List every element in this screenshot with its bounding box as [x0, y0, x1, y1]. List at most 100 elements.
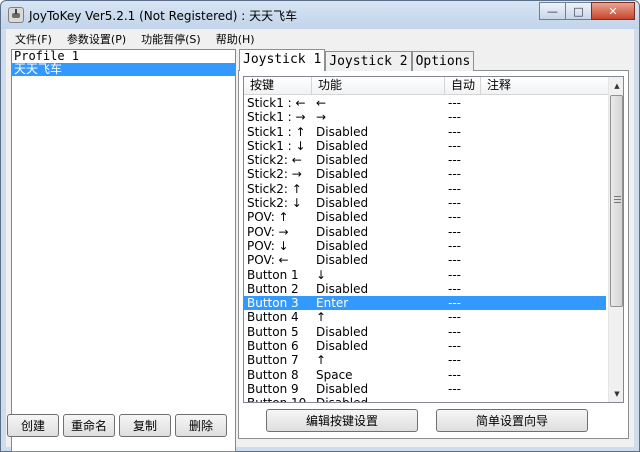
cell-note [485, 210, 606, 224]
table-row[interactable]: Stick1 : → → --- [244, 110, 606, 124]
cell-key: Button 9 [247, 381, 299, 396]
menu-help[interactable]: 帮助(H) [207, 29, 261, 47]
table-row[interactable]: Stick2: → Disabled --- [244, 167, 606, 181]
cell-function: Disabled [316, 339, 369, 354]
cell-function: → [316, 110, 327, 125]
table-row[interactable]: Stick2: ← Disabled --- [244, 153, 606, 167]
cell-note [485, 268, 606, 282]
setup-wizard-button[interactable]: 简单设置向导 [436, 409, 588, 432]
cell-note [485, 225, 606, 239]
column-header-function[interactable]: 功能 [312, 77, 445, 94]
cell-key: Button 1 [247, 267, 299, 282]
cell-function: Space [316, 367, 353, 382]
table-row[interactable]: Button 3 Enter --- [244, 296, 606, 311]
button-assignment-list[interactable]: 按键 功能 自动 注释 Stick1 : ← ← --- Stick1 : → → ---… [243, 76, 624, 403]
scroll-thumb[interactable] [610, 95, 623, 307]
table-row[interactable]: POV: ↓ Disabled --- [244, 239, 606, 253]
column-header-auto[interactable]: 自动 [445, 77, 481, 94]
delete-profile-button[interactable]: 删除 [175, 414, 227, 437]
table-row[interactable]: Stick2: ↑ Disabled --- [244, 182, 606, 196]
cell-auto: --- [448, 324, 461, 339]
cell-function: ↑ [316, 353, 327, 368]
window-controls: — □ ✕ [539, 2, 635, 20]
window-title: JoyToKey Ver5.2.1 (Not Registered) : 天天飞… [29, 9, 298, 23]
column-header-note[interactable]: 注释 [481, 77, 608, 94]
table-row[interactable]: Button 2 Disabled --- [244, 282, 606, 296]
table-row[interactable]: Button 8 Space --- [244, 368, 606, 382]
cell-function: Disabled [316, 153, 369, 168]
maximize-button[interactable]: □ [565, 2, 592, 20]
cell-function: Disabled [316, 167, 369, 182]
table-row[interactable]: Button 1 ↓ --- [244, 268, 606, 282]
vertical-scrollbar[interactable]: ▲ ▼ [608, 77, 623, 402]
cell-auto: --- [448, 224, 461, 239]
cell-key: Stick2: ← [247, 153, 302, 168]
table-row[interactable]: Button 6 Disabled --- [244, 339, 606, 353]
cell-auto: --- [448, 310, 461, 325]
cell-function: ↓ [316, 267, 327, 282]
cell-function: ← [316, 96, 327, 110]
table-row[interactable]: POV: ↑ Disabled --- [244, 210, 606, 224]
cell-key: Button 3 [247, 296, 299, 311]
title-bar[interactable]: JoyToKey Ver5.2.1 (Not Registered) : 天天飞… [1, 1, 639, 29]
cell-key: Button 6 [247, 339, 299, 354]
column-header-key[interactable]: 按键 [244, 77, 312, 94]
scroll-up-icon[interactable]: ▲ [609, 77, 623, 94]
cell-note [485, 325, 606, 339]
cell-note [485, 196, 606, 210]
cell-function: Disabled [316, 238, 369, 253]
tab-strip: Joystick 1 Joystick 2 Options [239, 49, 475, 71]
menu-settings[interactable]: 参数设置(P) [58, 29, 132, 47]
close-button[interactable]: ✕ [591, 2, 635, 20]
cell-auto: --- [448, 296, 461, 311]
cell-note [485, 396, 606, 402]
menu-pause[interactable]: 功能暂停(S) [132, 29, 207, 47]
table-row[interactable]: Button 10Disabled--- [244, 396, 606, 402]
cell-function: Disabled [316, 124, 369, 139]
scroll-down-icon[interactable]: ▼ [609, 385, 623, 402]
table-row[interactable]: Stick1 : ↑ Disabled --- [244, 125, 606, 139]
create-profile-button[interactable]: 创建 [7, 414, 59, 437]
table-row[interactable]: Button 4 ↑ --- [244, 310, 606, 324]
table-row[interactable]: POV: ← Disabled --- [244, 253, 606, 267]
cell-key: POV: ↓ [247, 238, 289, 253]
cell-note [485, 239, 606, 253]
cell-note [485, 368, 606, 382]
cell-key: Stick1 : ↓ [247, 138, 306, 153]
cell-key: POV: ↑ [247, 210, 289, 225]
cell-auto: --- [448, 339, 461, 354]
table-row[interactable]: Button 9 Disabled --- [244, 382, 606, 396]
cell-auto: --- [448, 124, 461, 139]
cell-key: Button 2 [247, 281, 299, 296]
cell-note [485, 339, 606, 353]
cell-function: Disabled [316, 253, 369, 268]
table-row[interactable]: Button 5 Disabled --- [244, 325, 606, 339]
tab-joystick-2[interactable]: Joystick 2 [325, 51, 412, 71]
table-row[interactable]: Stick2: ↓ Disabled --- [244, 196, 606, 210]
cell-function: Disabled [316, 324, 369, 339]
cell-key: Button 8 [247, 367, 299, 382]
edit-key-settings-button[interactable]: 编辑按键设置 [266, 409, 418, 432]
tab-joystick-1[interactable]: Joystick 1 [239, 49, 326, 71]
cell-function: Disabled [316, 281, 369, 296]
cell-auto: --- [448, 167, 461, 182]
tab-options[interactable]: Options [411, 51, 475, 71]
cell-function: Enter [316, 296, 349, 311]
rename-profile-button[interactable]: 重命名 [63, 414, 115, 437]
minimize-button[interactable]: — [539, 2, 566, 20]
table-row[interactable]: Stick1 : ↓ Disabled --- [244, 139, 606, 153]
profile-item-selected[interactable]: 天天飞车 [12, 63, 235, 76]
menu-bar: 文件(F) 参数设置(P) 功能暂停(S) 帮助(H) [6, 29, 634, 47]
cell-auto: --- [448, 238, 461, 253]
table-row[interactable]: Button 7 ↑ --- [244, 353, 606, 367]
profile-list[interactable]: Profile 1 天天飞车 [11, 49, 236, 452]
cell-note [485, 296, 606, 310]
copy-profile-button[interactable]: 复制 [119, 414, 171, 437]
cell-auto: --- [448, 96, 461, 110]
table-row[interactable]: Stick1 : ← ← --- [244, 96, 606, 110]
cell-function: Disabled [316, 181, 369, 196]
cell-note [485, 382, 606, 396]
table-row[interactable]: POV: → Disabled --- [244, 225, 606, 239]
cell-function: Disabled [312, 396, 445, 402]
menu-file[interactable]: 文件(F) [6, 29, 58, 47]
